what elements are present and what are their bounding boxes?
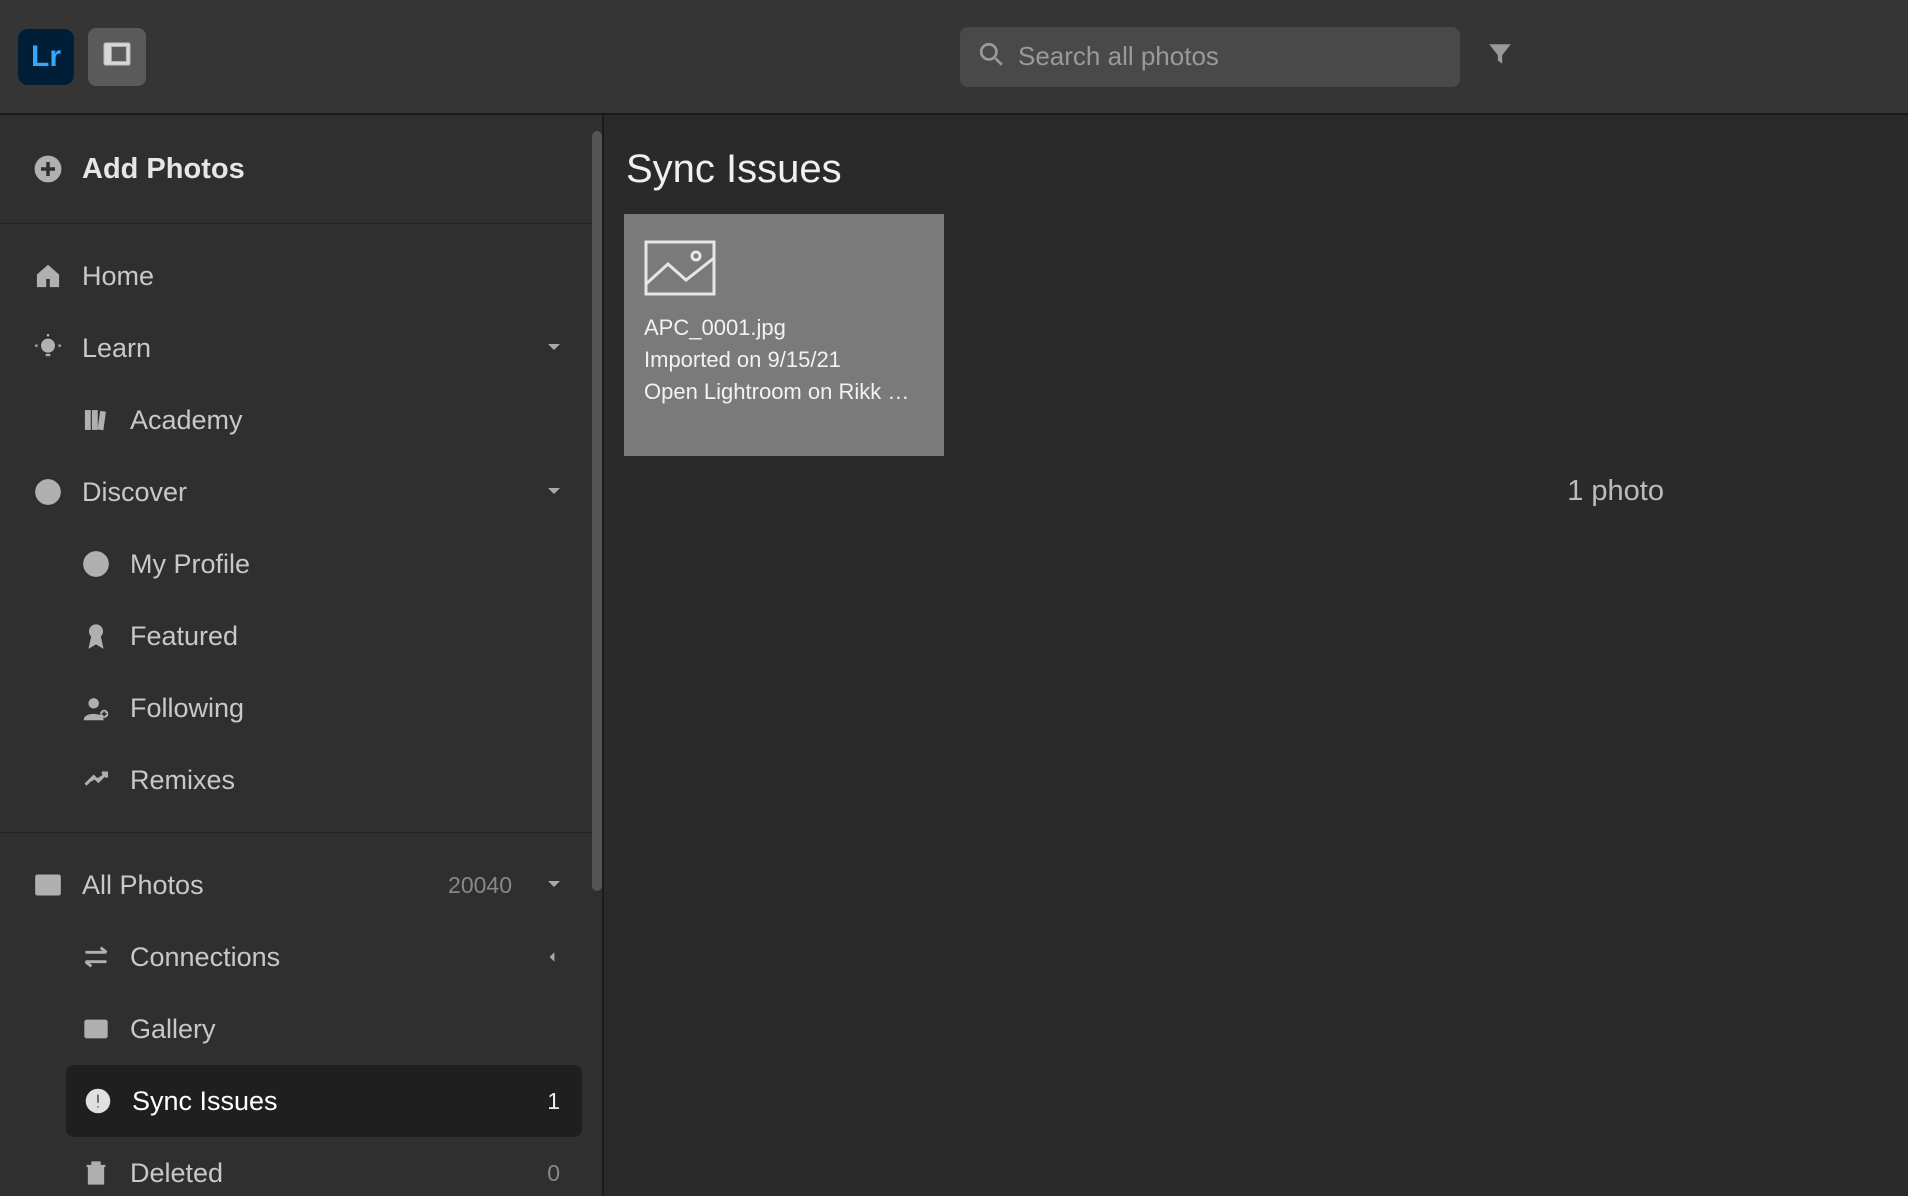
sidebar-item-discover[interactable]: Discover <box>0 456 602 528</box>
panel-toggle-button[interactable] <box>88 28 146 86</box>
sidebar-item-remixes[interactable]: Remixes <box>0 744 602 816</box>
chevron-down-icon <box>544 333 564 364</box>
books-icon <box>78 402 114 438</box>
sidebar-item-label: Learn <box>82 333 151 364</box>
home-icon <box>30 258 66 294</box>
connections-icon <box>78 939 114 975</box>
deleted-count: 0 <box>547 1160 560 1187</box>
sidebar-item-label: All Photos <box>82 870 204 901</box>
photo-count-label: 1 photo <box>1567 475 1664 508</box>
image-placeholder-icon <box>644 240 716 296</box>
chevron-down-icon <box>544 870 564 901</box>
sidebar-item-featured[interactable]: Featured <box>0 600 602 672</box>
sidebar-item-label: Academy <box>130 405 243 436</box>
alert-icon <box>80 1083 116 1119</box>
sidebar-item-label: Connections <box>130 942 280 973</box>
sidebar-scrollbar[interactable] <box>592 131 602 891</box>
sync-issues-count: 1 <box>547 1088 560 1115</box>
all-photos-count: 20040 <box>448 872 512 899</box>
sidebar-item-learn[interactable]: Learn <box>0 312 602 384</box>
sidebar-item-label: Deleted <box>130 1158 223 1189</box>
sidebar: Add Photos Home Learn Academy Discover <box>0 115 604 1196</box>
search-input[interactable] <box>1018 41 1442 72</box>
sidebar-item-label: Sync Issues <box>132 1086 278 1117</box>
lightbulb-icon <box>30 330 66 366</box>
add-photos-label: Add Photos <box>82 153 245 186</box>
sidebar-item-home[interactable]: Home <box>0 240 602 312</box>
search-box[interactable] <box>960 27 1460 87</box>
content-area: Sync Issues APC_0001.jpg Imported on 9/1… <box>604 115 1908 1196</box>
filter-icon <box>1487 41 1513 72</box>
remix-icon <box>78 762 114 798</box>
add-icon <box>30 151 66 187</box>
globe-icon <box>30 474 66 510</box>
filter-button[interactable] <box>1480 37 1520 77</box>
add-photos-button[interactable]: Add Photos <box>0 115 602 224</box>
sidebar-item-sync-issues[interactable]: Sync Issues 1 <box>66 1065 582 1137</box>
user-plus-icon <box>78 690 114 726</box>
sidebar-item-label: Remixes <box>130 765 235 796</box>
page-title: Sync Issues <box>626 147 1888 192</box>
app-logo[interactable]: Lr <box>18 29 74 85</box>
sidebar-item-all-photos[interactable]: All Photos 20040 <box>0 849 602 921</box>
sidebar-item-label: Discover <box>82 477 187 508</box>
sidebar-item-my-profile[interactable]: My Profile <box>0 528 602 600</box>
sidebar-item-label: Featured <box>130 621 238 652</box>
trash-icon <box>78 1155 114 1191</box>
sidebar-item-academy[interactable]: Academy <box>0 384 602 456</box>
panel-icon <box>103 40 131 73</box>
profile-icon <box>78 546 114 582</box>
photo-hint: Open Lightroom on Rikk … <box>644 376 924 408</box>
ribbon-icon <box>78 618 114 654</box>
sidebar-item-label: My Profile <box>130 549 250 580</box>
chevron-left-icon <box>544 944 560 971</box>
gallery-icon <box>78 1011 114 1047</box>
photo-filename: APC_0001.jpg <box>644 312 924 344</box>
sidebar-item-connections[interactable]: Connections <box>0 921 602 993</box>
sidebar-item-following[interactable]: Following <box>0 672 602 744</box>
search-icon <box>978 41 1018 72</box>
image-icon <box>30 867 66 903</box>
sidebar-item-deleted[interactable]: Deleted 0 <box>0 1137 602 1196</box>
sidebar-item-label: Following <box>130 693 244 724</box>
photo-card[interactable]: APC_0001.jpg Imported on 9/15/21 Open Li… <box>624 214 944 456</box>
sidebar-item-label: Home <box>82 261 154 292</box>
chevron-down-icon <box>544 477 564 508</box>
sidebar-item-label: Gallery <box>130 1014 216 1045</box>
photo-import-date: Imported on 9/15/21 <box>644 344 924 376</box>
sidebar-item-gallery[interactable]: Gallery <box>0 993 602 1065</box>
